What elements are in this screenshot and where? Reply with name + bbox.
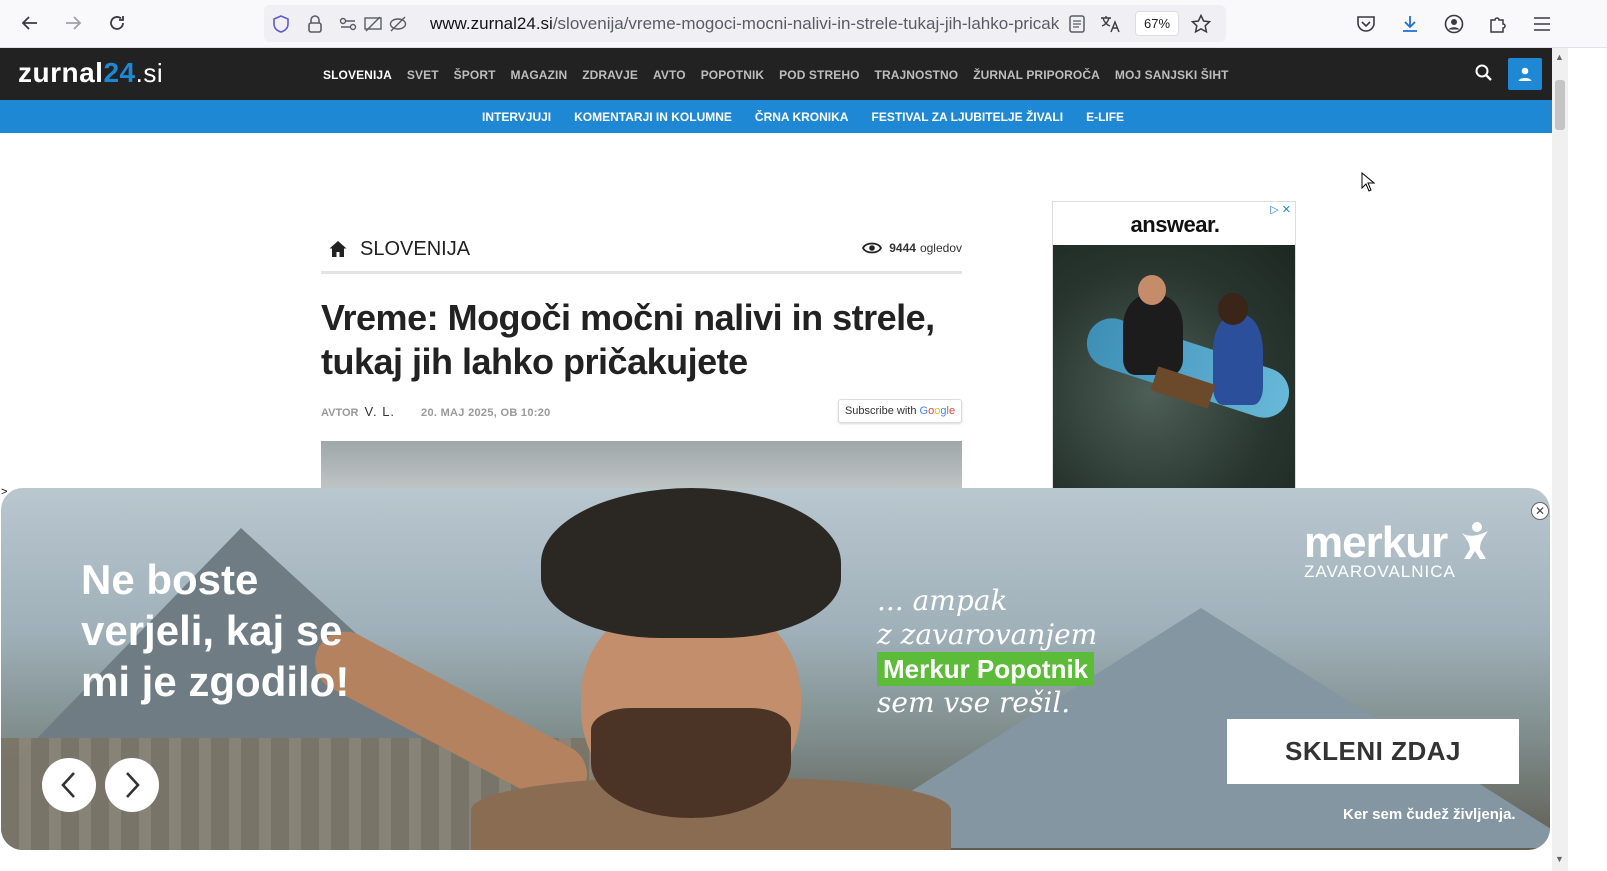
article-meta: AVTOR V. L. 20. MAJ 2025, OB 10:20 [321,404,551,419]
extensions-button[interactable] [1484,10,1512,38]
nav-item-svet[interactable]: SVET [407,68,439,82]
ad-tagline: ... ampak z zavarovanjem Merkur Popotnik… [877,584,1098,719]
carousel-next-button[interactable] [105,758,159,812]
nav-item-zurnal-priporoca[interactable]: ŽURNAL PRIPOROČA [973,68,1100,82]
back-button[interactable] [16,9,44,37]
mouse-cursor-icon [1361,172,1375,192]
nav-item-pod-streho[interactable]: POD STREHO [779,68,859,82]
bottom-banner-ad[interactable]: Ne boste verjeli, kaj se mi je zgodilo! … [1,488,1550,850]
author-name[interactable]: V. L. [365,404,396,419]
product-name-pill: Merkur Popotnik [877,652,1095,686]
article-title: Vreme: Mogoči močni nalivi in strele, tu… [321,297,935,382]
chevron-right-icon [126,772,140,798]
carousel-prev-button[interactable] [42,758,96,812]
merkur-logo: merkur ZAVAROVALNICA [1304,518,1492,582]
user-login-button[interactable] [1508,58,1542,90]
puzzle-icon [1490,17,1506,33]
shield-icon[interactable] [271,14,291,34]
site-search-button[interactable] [1474,63,1496,85]
search-icon [1475,64,1492,81]
account-icon [1444,14,1464,34]
url-text[interactable]: www.zurnal24.si/slovenija/vreme-mogoci-m… [430,14,1090,34]
subnav-item-crna-kronika[interactable]: ČRNA KRONIKA [755,110,849,124]
forward-arrow-icon [66,16,82,30]
reload-button[interactable] [103,9,131,37]
subnav-item-komentarji[interactable]: KOMENTARJI IN KOLUMNE [574,110,732,124]
view-count-number: 9444 [889,241,916,255]
adchoices-icon[interactable]: ▷ ✕ [1270,203,1291,216]
subscribe-with-google-button[interactable]: Subscribe with Google [838,399,962,423]
publish-date: 20. MAJ 2025, OB 10:20 [421,407,551,419]
sub-nav: INTERVJUJI KOMENTARJI IN KOLUMNE ČRNA KR… [0,100,1552,133]
eye-icon [862,242,883,254]
hamburger-icon [1534,17,1550,31]
main-nav: SLOVENIJA SVET ŠPORT MAGAZIN ZDRAVJE AVT… [323,68,1244,82]
view-count: 9444 ogledov [862,241,962,255]
google-logo: Google [919,405,956,417]
nav-item-trajnostno[interactable]: TRAJNOSTNO [875,68,959,82]
merkur-figure-icon [1462,522,1489,559]
subnav-item-e-life[interactable]: E-LIFE [1086,110,1124,124]
site-logo[interactable]: zurnal24.si [18,57,163,89]
subnav-item-intervjuji[interactable]: INTERVJUJI [482,110,551,124]
lock-icon[interactable] [305,14,325,34]
chevron-left-icon [61,772,75,798]
account-button[interactable] [1440,10,1468,38]
author-label: AVTOR [321,407,359,419]
nav-item-sport[interactable]: ŠPORT [454,68,496,82]
translate-icon[interactable] [1100,14,1120,34]
section-label[interactable]: SLOVENIJA [360,238,470,261]
scroll-down-arrow-icon[interactable]: ▼ [1555,854,1564,864]
skleni-zdaj-button[interactable]: SKLENI ZDAJ [1227,719,1519,784]
bookmark-star-icon[interactable] [1191,14,1211,34]
nav-item-zdravje[interactable]: ZDRAVJE [582,68,638,82]
screen-blocked-icon[interactable] [363,14,383,34]
ad-brand-logo: answear. [1130,212,1220,237]
scroll-thumb[interactable] [1555,80,1565,130]
permissions-icon[interactable] [338,14,358,34]
tracking-blocked-icon[interactable] [388,14,408,34]
page-scrollbar[interactable]: ▲ ▼ [1552,48,1568,871]
ad-slogan: Ker sem čudež življenja. [1343,806,1516,823]
url-bar[interactable]: www.zurnal24.si/slovenija/vreme-mogoci-m… [264,5,1226,42]
ad-headline: Ne boste verjeli, kaj se mi je zgodilo! [81,556,350,705]
site-header: zurnal24.si SLOVENIJA SVET ŠPORT MAGAZIN… [0,48,1552,100]
zoom-indicator[interactable]: 67% [1135,11,1179,36]
user-icon [1518,67,1532,81]
view-count-label: ogledov [919,241,962,255]
close-icon: ✕ [1534,504,1546,518]
menu-button[interactable] [1528,10,1556,38]
close-ad-button[interactable]: ✕ [1531,502,1549,520]
subnav-item-festival[interactable]: FESTIVAL ZA LJUBITELJE ŽIVALI [871,110,1063,124]
nav-item-avto[interactable]: AVTO [653,68,686,82]
downloads-button[interactable] [1396,10,1424,38]
forward-button[interactable] [59,9,87,37]
ad-photo [1053,245,1295,490]
nav-item-popotnik[interactable]: POPOTNIK [701,68,764,82]
reader-view-icon[interactable] [1067,14,1087,34]
pocket-button[interactable] [1352,10,1380,38]
side-ad[interactable]: answear. ▷ ✕ [1052,201,1296,491]
scroll-up-arrow-icon[interactable]: ▲ [1555,52,1564,62]
nav-item-magazin[interactable]: MAGAZIN [511,68,568,82]
browser-toolbar: www.zurnal24.si/slovenija/vreme-mogoci-m… [0,0,1607,48]
nav-item-moj-sanjski-siht[interactable]: MOJ SANJSKI ŠIHT [1115,68,1229,82]
breadcrumb: SLOVENIJA 9444 ogledov [321,236,962,274]
pocket-icon [1357,16,1375,32]
reload-icon [110,16,124,30]
nav-item-slovenija[interactable]: SLOVENIJA [323,68,392,82]
download-icon [1403,16,1417,32]
home-icon[interactable] [328,239,348,259]
back-arrow-icon [21,16,37,30]
